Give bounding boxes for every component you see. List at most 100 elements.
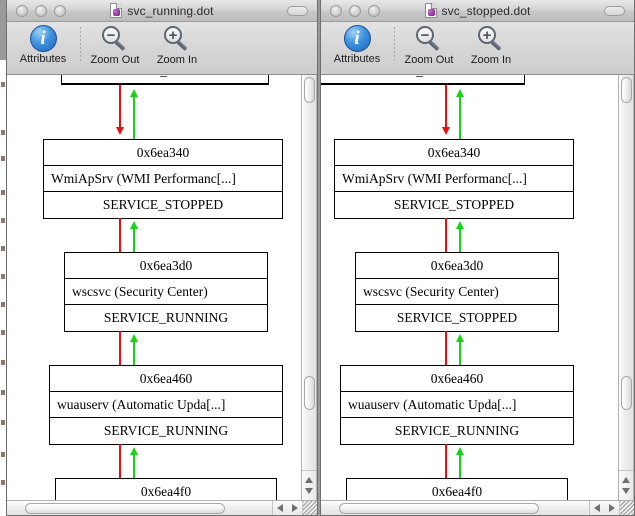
- vertical-scrollbar[interactable]: [618, 75, 633, 500]
- node-address: 0x6ea460: [341, 366, 573, 392]
- vertical-scroll-track[interactable]: [302, 75, 316, 470]
- graph-node[interactable]: 0x6ea4f0: [346, 478, 568, 500]
- node-state: SERVICE_STOPPED: [44, 192, 282, 218]
- horizontal-scroll-thumb[interactable]: [25, 503, 225, 514]
- horizontal-scrollbar[interactable]: [321, 500, 634, 515]
- toolbar: i Attributes − Zoom Out + Zoom In: [7, 22, 317, 75]
- minimize-button[interactable]: [349, 5, 361, 17]
- node-state: SERVICE_STOPPED: [335, 192, 573, 218]
- horizontal-scrollbar[interactable]: [7, 500, 317, 515]
- zoom-in-label: Zoom In: [471, 54, 511, 66]
- scroll-down-icon[interactable]: [305, 488, 313, 494]
- titlebar[interactable]: svc_running.dot: [7, 0, 317, 22]
- zoom-in-button[interactable]: + Zoom In: [146, 25, 208, 66]
- node-state: SERVICE_STOPPED: [356, 305, 558, 331]
- node-state: SERVICE_RUNNING: [65, 305, 267, 331]
- window-controls[interactable]: [330, 5, 380, 17]
- graph-canvas[interactable]: SERVICE_STOPPED 0x6ea340 WmiApSrv (WMI P…: [321, 75, 618, 500]
- graph-node[interactable]: 0x6ea4f0: [55, 478, 277, 500]
- document-icon: [425, 3, 437, 18]
- scroll-up-icon[interactable]: [622, 477, 630, 483]
- graph-node[interactable]: SERVICE_STOPPED: [321, 75, 525, 85]
- graph-node[interactable]: 0x6ea460 wuauserv (Automatic Upda[...] S…: [49, 365, 283, 445]
- zoom-out-label: Zoom Out: [91, 54, 140, 66]
- node-service: wscsvc (Security Center): [356, 279, 558, 305]
- magnifier-minus-icon: −: [100, 25, 130, 53]
- scroll-right-icon[interactable]: [292, 504, 298, 512]
- horizontal-scroll-buttons[interactable]: [589, 501, 619, 516]
- window-svc-stopped[interactable]: svc_stopped.dot i Attributes − Zoom Out: [320, 0, 635, 516]
- edge-down: [119, 85, 121, 131]
- arrowhead-up-icon: [456, 221, 464, 229]
- toolbar-separator: [394, 27, 395, 63]
- node-service: WmiApSrv (WMI Performanc[...]: [335, 166, 573, 192]
- vertical-scroll-buttons[interactable]: [619, 470, 633, 500]
- attributes-label: Attributes: [334, 53, 380, 65]
- horizontal-scroll-buttons[interactable]: [272, 501, 302, 516]
- node-service: wuauserv (Automatic Upda[...]: [50, 392, 282, 418]
- titlebar[interactable]: svc_stopped.dot: [321, 0, 634, 22]
- graph-node[interactable]: SERVICE_STOPPED: [61, 75, 269, 85]
- vertical-scroll-thumb-top[interactable]: [304, 77, 315, 103]
- document-icon: [110, 3, 122, 18]
- zoom-button[interactable]: [368, 5, 380, 17]
- graph-node[interactable]: 0x6ea340 WmiApSrv (WMI Performanc[...] S…: [334, 139, 574, 219]
- node-address: 0x6ea340: [44, 140, 282, 166]
- desktop-screen: svc_running.dot i Attributes − Zoom Out: [0, 0, 635, 516]
- arrowhead-up-icon: [456, 447, 464, 455]
- toolbar-separator: [80, 27, 81, 63]
- node-address: 0x6ea4f0: [347, 479, 567, 500]
- vertical-scroll-thumb[interactable]: [304, 376, 315, 410]
- attributes-button[interactable]: i Attributes: [7, 25, 79, 65]
- close-button[interactable]: [16, 5, 28, 17]
- graph-node[interactable]: 0x6ea3d0 wscsvc (Security Center) SERVIC…: [64, 252, 268, 332]
- vertical-scroll-track[interactable]: [619, 75, 633, 470]
- graph-node[interactable]: 0x6ea340 WmiApSrv (WMI Performanc[...] S…: [43, 139, 283, 219]
- minimize-button[interactable]: [35, 5, 47, 17]
- scroll-left-icon[interactable]: [594, 504, 600, 512]
- toolbar-toggle-button[interactable]: [287, 6, 308, 16]
- vertical-scrollbar[interactable]: [301, 75, 316, 500]
- node-address: 0x6ea3d0: [356, 253, 558, 279]
- window-svc-running[interactable]: svc_running.dot i Attributes − Zoom Out: [6, 0, 318, 516]
- node-address: 0x6ea460: [50, 366, 282, 392]
- attributes-button[interactable]: i Attributes: [321, 25, 393, 65]
- zoom-in-button[interactable]: + Zoom In: [460, 25, 522, 66]
- magnifier-plus-icon: +: [162, 25, 192, 53]
- scroll-right-icon[interactable]: [609, 504, 615, 512]
- zoom-out-button[interactable]: − Zoom Out: [84, 25, 146, 66]
- zoom-out-button[interactable]: − Zoom Out: [398, 25, 460, 66]
- arrowhead-up-icon: [130, 221, 138, 229]
- arrowhead-up-icon: [130, 334, 138, 342]
- window-title: svc_running.dot: [127, 4, 213, 18]
- zoom-button[interactable]: [54, 5, 66, 17]
- graph-node[interactable]: 0x6ea460 wuauserv (Automatic Upda[...] S…: [340, 365, 574, 445]
- graph-canvas-area: SERVICE_STOPPED 0x6ea340 WmiApSrv (WMI P…: [321, 75, 634, 500]
- resize-grip[interactable]: [619, 501, 634, 516]
- toolbar: i Attributes − Zoom Out + Zoom In: [321, 22, 634, 75]
- horizontal-scroll-thumb[interactable]: [339, 503, 539, 514]
- edge-down: [445, 85, 447, 131]
- edge-up: [459, 93, 461, 139]
- horizontal-scroll-track[interactable]: [321, 501, 589, 516]
- scroll-left-icon[interactable]: [277, 504, 283, 512]
- arrowhead-up-icon: [456, 89, 464, 97]
- scroll-down-icon[interactable]: [622, 488, 630, 494]
- edge-up: [133, 93, 135, 139]
- arrowhead-up-icon: [456, 334, 464, 342]
- zoom-in-label: Zoom In: [157, 54, 197, 66]
- vertical-scroll-buttons[interactable]: [302, 470, 316, 500]
- close-button[interactable]: [330, 5, 342, 17]
- arrowhead-down-icon: [442, 127, 450, 135]
- graph-node[interactable]: 0x6ea3d0 wscsvc (Security Center) SERVIC…: [355, 252, 559, 332]
- scroll-up-icon[interactable]: [305, 477, 313, 483]
- horizontal-scroll-track[interactable]: [7, 501, 272, 516]
- vertical-scroll-thumb[interactable]: [621, 376, 632, 410]
- window-controls[interactable]: [16, 5, 66, 17]
- resize-grip[interactable]: [302, 501, 317, 516]
- toolbar-toggle-button[interactable]: [604, 6, 625, 16]
- node-state: SERVICE_RUNNING: [341, 418, 573, 444]
- graph-canvas[interactable]: SERVICE_STOPPED 0x6ea340 WmiApSrv (WMI P…: [7, 75, 301, 500]
- vertical-scroll-thumb-top[interactable]: [621, 77, 632, 103]
- magnifier-minus-icon: −: [414, 25, 444, 53]
